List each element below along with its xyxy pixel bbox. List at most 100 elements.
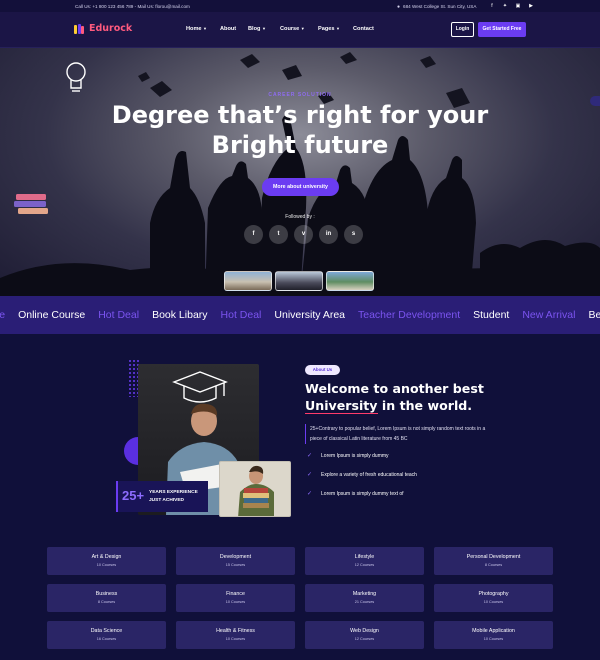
address-text: 684 West College St. Sun City, USA (403, 4, 477, 9)
followed-by-label: Followed by : (285, 214, 315, 220)
category-card[interactable]: Data Science 16 Courses (47, 621, 166, 649)
nav-course[interactable]: Course ▼ (280, 26, 318, 32)
marquee-ticker: se Online Course Hot Deal Book Libary Hot De… (0, 296, 600, 334)
category-card[interactable]: Marketing 21 Courses (305, 584, 424, 612)
about-tag: About Us (305, 365, 340, 375)
ticker-item[interactable]: Hot Deal (221, 296, 262, 334)
thumbnail-graduates[interactable] (275, 271, 323, 291)
category-card[interactable]: Personal Development 8 Courses (434, 547, 553, 575)
category-course-count: 15 Courses (225, 563, 246, 567)
hero-title-line1: Degree that’s right for your (111, 101, 489, 129)
category-course-count: 8 Courses (97, 600, 116, 604)
youtube-icon[interactable]: ▶ (528, 3, 534, 9)
top-social-links: f ✦ ▣ ▶ (489, 3, 534, 9)
category-card[interactable]: Finance 10 Courses (176, 584, 295, 612)
check-icon: ✓ (307, 453, 313, 459)
hero-title: Degree that’s right for your Bright futu… (0, 100, 600, 160)
facebook-icon[interactable]: f (244, 225, 263, 244)
instagram-icon[interactable]: ▣ (515, 3, 521, 9)
category-card[interactable]: Mobile Application 10 Courses (434, 621, 553, 649)
facebook-icon[interactable]: f (489, 3, 495, 9)
category-name: Photography (478, 591, 509, 597)
thumbnail-campus-aerial[interactable] (326, 271, 374, 291)
category-course-count: 10 Courses (483, 637, 504, 641)
category-name: Data Science (90, 628, 123, 634)
check-icon: ✓ (307, 491, 313, 497)
ticker-item[interactable]: Online Course (18, 296, 85, 334)
category-name: Lifestyle (354, 554, 375, 560)
hero-section: CAREER SOLUTION Degree that’s right for … (0, 48, 600, 296)
category-name: Business (95, 591, 118, 597)
get-started-button[interactable]: Get Started Free (478, 22, 526, 37)
course-categories-grid: Art & Design 10 Courses Development 15 Cour… (47, 547, 553, 649)
category-name: Art & Design (91, 554, 122, 560)
linkedin-icon[interactable]: in (319, 225, 338, 244)
category-course-count: 12 Courses (354, 637, 375, 641)
nav-about[interactable]: About (220, 26, 248, 32)
category-card[interactable]: Health & Fitness 10 Courses (176, 621, 295, 649)
category-name: Marketing (352, 591, 377, 597)
ticker-item[interactable]: New Arrival (522, 296, 575, 334)
nav-pages[interactable]: Pages ▼ (318, 26, 353, 32)
checklist-item: ✓ Lorem Ipsum is simply dummy text of (307, 484, 417, 503)
hero-subtitle: CAREER SOLUTION (268, 92, 332, 98)
category-card[interactable]: Lifestyle 12 Courses (305, 547, 424, 575)
category-card[interactable]: Web Design 12 Courses (305, 621, 424, 649)
experience-label: YEARS EXPERIENCE JUST ACHIVED (149, 489, 198, 505)
category-course-count: 10 Courses (225, 637, 246, 641)
experience-label-line1: YEARS EXPERIENCE (149, 490, 198, 495)
nav-blog[interactable]: Blog ▼ (248, 26, 280, 32)
nav-contact[interactable]: Contact (353, 26, 374, 32)
ticker-item[interactable]: Student (473, 296, 509, 334)
category-course-count: 21 Courses (354, 600, 375, 604)
category-card[interactable]: Development 15 Courses (176, 547, 295, 575)
student-with-books-photo (219, 461, 291, 517)
lightbulb-icon (66, 62, 86, 92)
logo-text: Edurock (89, 23, 133, 34)
checklist-item: ✓ Explore a variety of fresh educational … (307, 465, 417, 484)
category-course-count: 10 Courses (225, 600, 246, 604)
category-name: Mobile Application (472, 628, 515, 634)
category-card[interactable]: Art & Design 10 Courses (47, 547, 166, 575)
primary-menu: Home ▼ About Blog ▼ Course ▼ Pages ▼ Contact (186, 26, 374, 32)
about-heading-part1: Welcome to another best (305, 381, 484, 396)
graduation-cap-icon (172, 371, 228, 403)
hero-social-links: f t v in s (244, 225, 363, 244)
category-course-count: 8 Courses (484, 563, 503, 567)
about-heading: Welcome to another best University in th… (305, 380, 535, 414)
ticker-item[interactable]: se (0, 296, 5, 334)
more-about-university-button[interactable]: More about university (262, 178, 339, 196)
vimeo-icon[interactable]: v (294, 225, 313, 244)
category-name: Finance (226, 591, 245, 597)
site-logo[interactable]: Edurock (74, 23, 132, 34)
twitter-icon[interactable]: t (269, 225, 288, 244)
category-course-count: 10 Courses (96, 563, 117, 567)
login-button[interactable]: Login (451, 22, 474, 37)
category-course-count: 16 Courses (96, 637, 117, 641)
twitter-icon[interactable]: ✦ (502, 3, 508, 9)
category-name: Web Design (350, 628, 379, 634)
thumbnail-campus-building[interactable] (224, 271, 272, 291)
experience-badge: 25+ YEARS EXPERIENCE JUST ACHIVED (116, 481, 208, 512)
main-navbar: Edurock Home ▼ About Blog ▼ Course ▼ Pages ▼… (0, 12, 600, 48)
experience-label-line2: JUST ACHIVED (149, 498, 185, 503)
ticker-item[interactable]: Hot Deal (98, 296, 139, 334)
category-course-count: 12 Courses (354, 563, 375, 567)
ticker-item[interactable]: Best Colle (588, 296, 600, 334)
ticker-item[interactable]: Teacher Development (358, 296, 460, 334)
logo-book-icon (74, 23, 86, 34)
experience-number: 25+ (122, 488, 145, 503)
about-heading-highlight: University (305, 398, 378, 414)
category-card[interactable]: Business 8 Courses (47, 584, 166, 612)
ticker-item[interactable]: Book Libary (152, 296, 207, 334)
contact-info: Call Us: +1 800 123 456 789 - Mail Us: f… (75, 3, 190, 9)
skype-icon[interactable]: s (344, 225, 363, 244)
category-name: Personal Development (466, 554, 521, 560)
ticker-item[interactable]: University Area (274, 296, 345, 334)
chevron-down-icon: ▼ (203, 26, 208, 31)
checklist-item: ✓ Lorem Ipsum is simply dummy (307, 446, 417, 465)
category-card[interactable]: Photography 10 Courses (434, 584, 553, 612)
chevron-down-icon: ▼ (261, 26, 266, 31)
nav-home[interactable]: Home ▼ (186, 26, 220, 32)
chevron-down-icon: ▼ (335, 26, 340, 31)
